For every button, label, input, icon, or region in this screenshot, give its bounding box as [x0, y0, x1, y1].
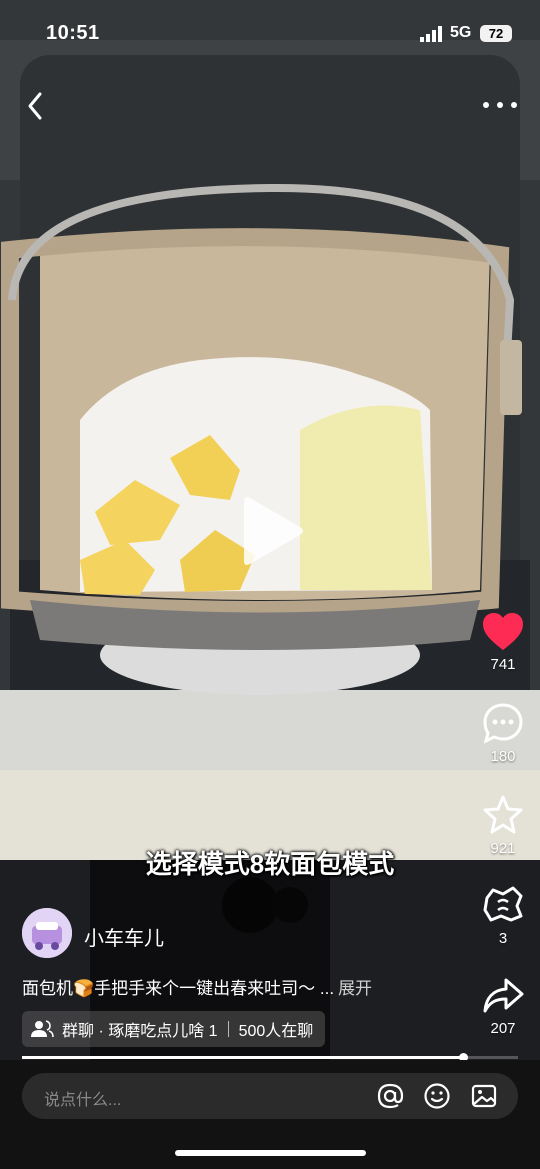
- avatar[interactable]: [22, 908, 72, 958]
- progress-fill: [22, 1056, 464, 1059]
- status-time: 10:51: [46, 22, 100, 44]
- more-icon[interactable]: [480, 95, 520, 115]
- at-icon[interactable]: [376, 1082, 404, 1110]
- share-icon: [483, 978, 524, 1013]
- emoji-icon[interactable]: [423, 1082, 451, 1110]
- image-icon[interactable]: [470, 1082, 498, 1110]
- author-name[interactable]: 小车车儿: [84, 922, 164, 951]
- description-text: 面包机🍞手把手来个一键出春来吐司～ ...: [22, 979, 335, 998]
- post-description[interactable]: 面包机🍞手把手来个一键出春来吐司～ ... 展开: [22, 974, 462, 999]
- like-count: 741: [490, 656, 516, 673]
- heart-icon: [483, 613, 523, 650]
- home-indicator: [175, 1150, 366, 1156]
- group-divider: [227, 1021, 229, 1037]
- comment-button[interactable]: 180: [470, 702, 536, 765]
- group-chat-chip[interactable]: 群聊 · 琢磨吃点儿啥 1 500人在聊: [22, 1011, 326, 1047]
- expand-link[interactable]: 展开: [338, 979, 372, 998]
- share-button[interactable]: 207: [470, 976, 536, 1037]
- comment-input[interactable]: 说点什么...: [22, 1073, 518, 1119]
- comment-icon: [483, 703, 523, 744]
- status-bar: 10:51 5G 72: [0, 0, 540, 70]
- dumpling-button[interactable]: 3: [470, 884, 536, 947]
- video-progress[interactable]: [22, 1053, 518, 1062]
- avatar-image: [22, 908, 72, 958]
- dumpling-count: 3: [498, 930, 508, 947]
- back-icon[interactable]: [22, 88, 52, 124]
- group-name: 群聊 · 琢磨吃点儿啥 1: [62, 1023, 218, 1040]
- video-caption: 选择模式8软面包模式: [145, 849, 395, 879]
- play-icon[interactable]: [236, 495, 306, 567]
- share-count: 207: [490, 1020, 516, 1037]
- network-type: 5G: [450, 24, 472, 41]
- signal-icon: [420, 26, 442, 42]
- battery-indicator: 72: [480, 25, 512, 42]
- comment-placeholder: 说点什么...: [44, 1092, 122, 1109]
- group-icon: [31, 1020, 54, 1038]
- dumpling-icon: [483, 886, 523, 922]
- comment-count: 180: [490, 748, 516, 765]
- star-icon: [483, 795, 523, 834]
- group-online: 500人在聊: [238, 1023, 314, 1040]
- like-button[interactable]: 741: [470, 612, 536, 673]
